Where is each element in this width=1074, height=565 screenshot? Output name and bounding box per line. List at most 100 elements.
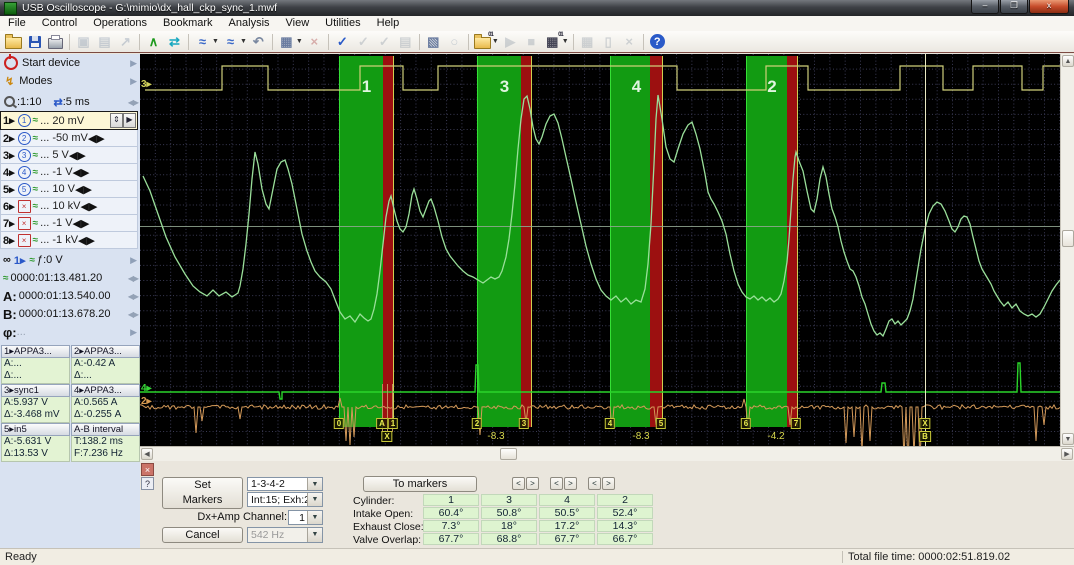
chevron-down-icon[interactable]: ▼ <box>307 493 322 506</box>
save-icon[interactable] <box>25 33 44 51</box>
dx-amp-channel-combo[interactable]: 1 ▼ <box>288 510 323 525</box>
scope-marker-0[interactable]: 0 <box>333 418 345 429</box>
horizontal-scroll-thumb[interactable] <box>500 448 517 460</box>
scope-marker-2[interactable]: 2 <box>471 418 483 429</box>
set-markers-button[interactable]: Set Markers <box>162 477 243 509</box>
scope-marker-X[interactable]: X <box>919 418 931 429</box>
firing-order-combo[interactable]: 1-3-4-2 ▼ <box>247 477 323 491</box>
meter-header[interactable]: 3▸sync1 <box>1 384 70 397</box>
signal-overlay-icon[interactable]: ≈ <box>221 33 240 51</box>
open-icon[interactable] <box>4 33 23 51</box>
channel-row-1[interactable]: 1▸ 1 ≈... 20 mV ⇕ ▶ <box>0 111 138 130</box>
channel-row-6[interactable]: 6▸ × ≈... 10 kV ◀▶ <box>0 198 138 215</box>
channel-nav-arrows[interactable]: ◀▶ <box>73 217 90 230</box>
prev-cylinder-button[interactable]: < <box>588 477 601 490</box>
horizontal-scrollbar[interactable]: ◀ ▶ <box>140 446 1074 461</box>
menu-item-file[interactable]: File <box>0 16 34 31</box>
cancel-button[interactable]: Cancel <box>162 527 243 543</box>
menu-item-control[interactable]: Control <box>34 16 85 31</box>
vertical-scroll-thumb[interactable] <box>1062 230 1074 247</box>
minimize-button[interactable]: – <box>971 0 999 14</box>
scope-marker-1[interactable]: 1 <box>387 418 399 429</box>
help-icon[interactable]: ? <box>649 34 665 49</box>
meter-header[interactable]: 4▸APPA3... <box>71 384 140 397</box>
panel-close-button[interactable]: × <box>141 463 154 476</box>
scope-marker-3[interactable]: 3 <box>518 418 530 429</box>
time-nav-arrows[interactable]: ◀▶ <box>128 310 139 319</box>
measure-grid-icon[interactable]: ▦ <box>277 33 296 51</box>
scroll-up-icon[interactable]: ▲ <box>1062 55 1074 67</box>
trigger-row[interactable]: ∞ 1▸ ≈ ƒ:0 V ▶ <box>0 251 140 269</box>
close-button[interactable]: x <box>1029 0 1069 14</box>
start-device-button[interactable]: Start device ▶ <box>0 54 140 72</box>
to-markers-button[interactable]: To markers <box>363 476 477 492</box>
channel-nav-arrows[interactable]: ◀▶ <box>73 166 90 179</box>
undo-icon[interactable]: ↶ <box>249 33 268 51</box>
oscilloscope-display[interactable]: 1342 ▲ ▼ 0 A 1 X 2 3 4 5 6 7 X B -8.3 -8.3 -4.2 3▸ 4▸ 2▸ <box>140 54 1074 446</box>
chevron-down-icon[interactable]: ▼ <box>307 511 322 524</box>
maximize-button[interactable]: ❐ <box>1000 0 1028 14</box>
next-cylinder-button[interactable]: > <box>526 477 539 490</box>
channel-nav-arrows[interactable]: ◀▶ <box>69 149 86 162</box>
menu-item-view[interactable]: View <box>278 16 318 31</box>
channel-row-7[interactable]: 7▸ × ≈... -1 V ◀▶ <box>0 215 138 232</box>
channel-nav-arrows[interactable]: ◀▶ <box>78 234 95 247</box>
menu-item-utilities[interactable]: Utilities <box>317 16 368 31</box>
time-nav-arrows[interactable]: ◀▶ <box>128 292 139 301</box>
channel-row-3[interactable]: 3▸ 3 ≈... 5 V ◀▶ <box>0 147 138 164</box>
phase-row[interactable]: φ:... ▶ <box>0 323 140 341</box>
menu-item-help[interactable]: Help <box>369 16 408 31</box>
binary-panel-icon[interactable]: ▦ 01 <box>543 32 564 51</box>
accept-icon[interactable]: ✓ <box>333 33 352 51</box>
scale-row[interactable]: :1:10 ⇄:5 ms ◀▶ <box>0 93 140 111</box>
marker-b-row[interactable]: B: 0000:01:13.678.20 ◀▶ <box>0 305 140 323</box>
marker-a-row[interactable]: A: 0000:01:13.540.00 ◀▶ <box>0 287 140 305</box>
meter-header[interactable]: 5▸in5 <box>1 423 70 436</box>
menu-item-operations[interactable]: Operations <box>85 16 155 31</box>
vertical-scrollbar[interactable]: ▲ ▼ <box>1060 54 1074 446</box>
chevron-down-icon[interactable]: ▼ <box>296 38 303 45</box>
panel-help-button[interactable]: ? <box>141 477 154 490</box>
prev-cylinder-button[interactable]: < <box>512 477 525 490</box>
channel-expand-button[interactable]: ▶ <box>123 113 136 128</box>
meter-header[interactable]: A-B interval <box>71 423 140 436</box>
int-exh-combo[interactable]: Int:15; Exh:20 ▼ <box>247 492 323 507</box>
next-cylinder-button[interactable]: > <box>602 477 615 490</box>
menu-item-bookmark[interactable]: Bookmark <box>155 16 221 31</box>
chevron-down-icon[interactable]: ▼ <box>562 38 569 45</box>
channel-row-4[interactable]: 4▸ 4 ≈... -1 V ◀▶ <box>0 164 138 181</box>
select-range-icon[interactable]: ▧ <box>424 33 443 51</box>
meter-header[interactable]: 2▸APPA3... <box>71 345 140 358</box>
modes-button[interactable]: ↯ Modes ▶ <box>0 72 140 90</box>
scope-marker-X[interactable]: X <box>381 431 393 442</box>
channel-nav-arrows[interactable]: ◀▶ <box>75 183 92 196</box>
single-pulse-icon[interactable]: ∧ <box>144 33 163 51</box>
scope-marker-B[interactable]: B <box>919 431 931 442</box>
chevron-down-icon[interactable]: ▼ <box>492 38 499 45</box>
meter-header[interactable]: 1▸APPA3... <box>1 345 70 358</box>
scroll-down-icon[interactable]: ▼ <box>1062 433 1074 445</box>
scope-marker-4[interactable]: 4 <box>604 418 616 429</box>
chevron-down-icon[interactable]: ▼ <box>307 478 322 490</box>
cursor-time-row[interactable]: ≈0000:01:13.481.20 ◀▶ <box>0 269 140 287</box>
scope-marker-7[interactable]: 7 <box>790 418 802 429</box>
binary-open-icon[interactable]: 01 <box>473 32 494 51</box>
channel-nav-arrows[interactable]: ◀▶ <box>81 200 98 213</box>
chevron-down-icon[interactable]: ▼ <box>212 38 219 45</box>
scope-marker-6[interactable]: 6 <box>740 418 752 429</box>
prev-cylinder-button[interactable]: < <box>550 477 563 490</box>
next-cylinder-button[interactable]: > <box>564 477 577 490</box>
print-icon[interactable] <box>46 33 65 51</box>
channel-adjust-button[interactable]: ⇕ <box>110 113 123 128</box>
channel-nav-arrows[interactable]: ◀▶ <box>88 132 105 145</box>
scroll-left-icon[interactable]: ◀ <box>141 448 153 460</box>
channel-row-5[interactable]: 5▸ 5 ≈... 10 V ◀▶ <box>0 181 138 198</box>
scale-nav-arrows[interactable]: ◀▶ <box>128 98 139 107</box>
channel-row-2[interactable]: 2▸ 2 ≈... -50 mV ◀▶ <box>0 130 138 147</box>
pan-mode-icon[interactable]: ⇄ <box>165 33 184 51</box>
menu-item-analysis[interactable]: Analysis <box>221 16 278 31</box>
scope-marker-A[interactable]: A <box>376 418 388 429</box>
time-nav-arrows[interactable]: ◀▶ <box>128 274 139 283</box>
scope-marker-5[interactable]: 5 <box>655 418 667 429</box>
signal-view-icon[interactable]: ≈ <box>193 33 212 51</box>
